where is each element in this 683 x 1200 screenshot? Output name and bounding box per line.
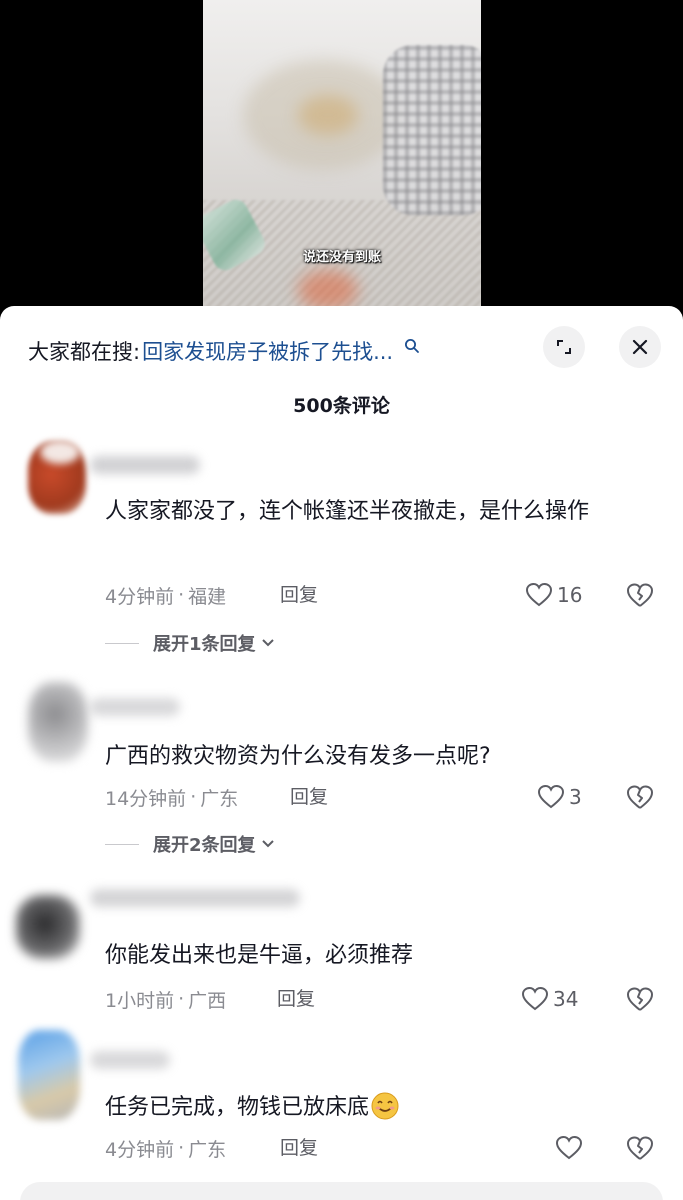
- reply-button[interactable]: 回复: [277, 984, 315, 1014]
- video-frame[interactable]: 说还没有到账: [203, 0, 481, 320]
- username[interactable]: [90, 889, 300, 907]
- video-subtitle: 说还没有到账: [302, 250, 381, 265]
- broken-heart-icon[interactable]: [625, 580, 655, 610]
- comment-item: 你能发出来也是牛逼，必须推荐 1小时前 · 广西 回复 34: [0, 871, 683, 1021]
- search-icon[interactable]: [403, 337, 421, 355]
- comment-meta: 4分钟前 · 广东: [105, 1133, 226, 1163]
- comment-text: 你能发出来也是牛逼，必须推荐: [105, 943, 414, 968]
- chevron-down-icon: [261, 639, 274, 647]
- plaid-cloth: [383, 45, 481, 215]
- close-icon: [632, 339, 648, 355]
- avatar[interactable]: [24, 436, 94, 526]
- expand-button[interactable]: [543, 326, 585, 368]
- comment-meta: 4分钟前 · 福建: [105, 580, 226, 610]
- broken-heart-icon[interactable]: [625, 984, 655, 1014]
- comment-time: 4分钟前: [105, 585, 175, 608]
- comment-text: 人家家都没了，连个帐篷还半夜撤走，是什么操作: [105, 499, 590, 524]
- comment-input-bar[interactable]: [20, 1182, 663, 1200]
- comment-meta: 1小时前 · 广西: [105, 984, 226, 1014]
- reply-button[interactable]: 回复: [290, 782, 328, 812]
- comment-panel: 大家都在搜: 回家发现房子被拆了先找... 500条评论 人家家都没了，连个帐篷…: [0, 306, 683, 1200]
- comment-item: 人家家都没了，连个帐篷还半夜撤走，是什么操作 4分钟前 · 福建 回复 16 展…: [0, 426, 683, 666]
- trending-search-query[interactable]: 回家发现房子被拆了先找...: [142, 336, 393, 366]
- divider: [105, 843, 139, 845]
- comment-time: 1小时前: [105, 989, 175, 1012]
- heart-icon: [525, 582, 553, 607]
- avatar[interactable]: [24, 676, 94, 766]
- like-count: 3: [569, 785, 582, 809]
- username[interactable]: [90, 1051, 170, 1069]
- comment-text: 任务已完成，物钱已放床底: [105, 1089, 650, 1127]
- like-count: 16: [557, 583, 583, 607]
- like-button[interactable]: 16: [525, 580, 582, 610]
- expand-replies[interactable]: 展开2条回复: [105, 830, 276, 858]
- smiling-emoji-icon: [371, 1092, 399, 1120]
- comment-time: 4分钟前: [105, 1138, 175, 1161]
- heart-icon: [521, 986, 549, 1011]
- like-button[interactable]: [555, 1133, 587, 1163]
- expand-icon: [557, 340, 571, 354]
- heart-icon: [555, 1135, 583, 1160]
- username[interactable]: [90, 456, 200, 474]
- reply-button[interactable]: 回复: [280, 1133, 318, 1163]
- comment-time: 14分钟前: [105, 787, 187, 810]
- username[interactable]: [90, 698, 180, 716]
- trending-search[interactable]: 大家都在搜: 回家发现房子被拆了先找...: [28, 334, 421, 368]
- expand-replies-label: 展开2条回复: [153, 835, 256, 856]
- expand-replies[interactable]: 展开1条回复: [105, 629, 276, 657]
- close-button[interactable]: [619, 326, 661, 368]
- comment-count: 500条评论: [293, 395, 390, 417]
- comment-text-body: 任务已完成，物钱已放床底: [105, 1095, 370, 1120]
- trending-search-prefix: 大家都在搜:: [28, 340, 141, 364]
- avatar[interactable]: [14, 881, 84, 971]
- avatar[interactable]: [16, 1026, 86, 1120]
- comment-location: 广东: [200, 787, 239, 810]
- comment-location: 广西: [188, 989, 227, 1012]
- broken-heart-icon[interactable]: [625, 1133, 655, 1163]
- chevron-down-icon: [261, 840, 274, 848]
- expand-replies-label: 展开1条回复: [153, 634, 256, 655]
- broken-heart-icon[interactable]: [625, 782, 655, 812]
- like-count: 34: [553, 987, 579, 1011]
- like-button[interactable]: 34: [521, 984, 578, 1014]
- divider: [105, 642, 139, 644]
- comment-location: 福建: [188, 585, 227, 608]
- comment-meta: 14分钟前 · 广东: [105, 782, 238, 812]
- like-button[interactable]: 3: [537, 782, 582, 812]
- video-player[interactable]: 说还没有到账: [0, 0, 683, 320]
- reply-button[interactable]: 回复: [280, 580, 318, 610]
- comment-item: 任务已完成，物钱已放床底 4分钟前 · 广东 回复: [0, 1021, 683, 1181]
- heart-icon: [537, 784, 565, 809]
- comment-text: 广西的救灾物资为什么没有发多一点呢?: [105, 744, 491, 769]
- comment-item: 广西的救灾物资为什么没有发多一点呢? 14分钟前 · 广东 回复 3 展开2条回…: [0, 666, 683, 866]
- comment-location: 广东: [188, 1138, 227, 1161]
